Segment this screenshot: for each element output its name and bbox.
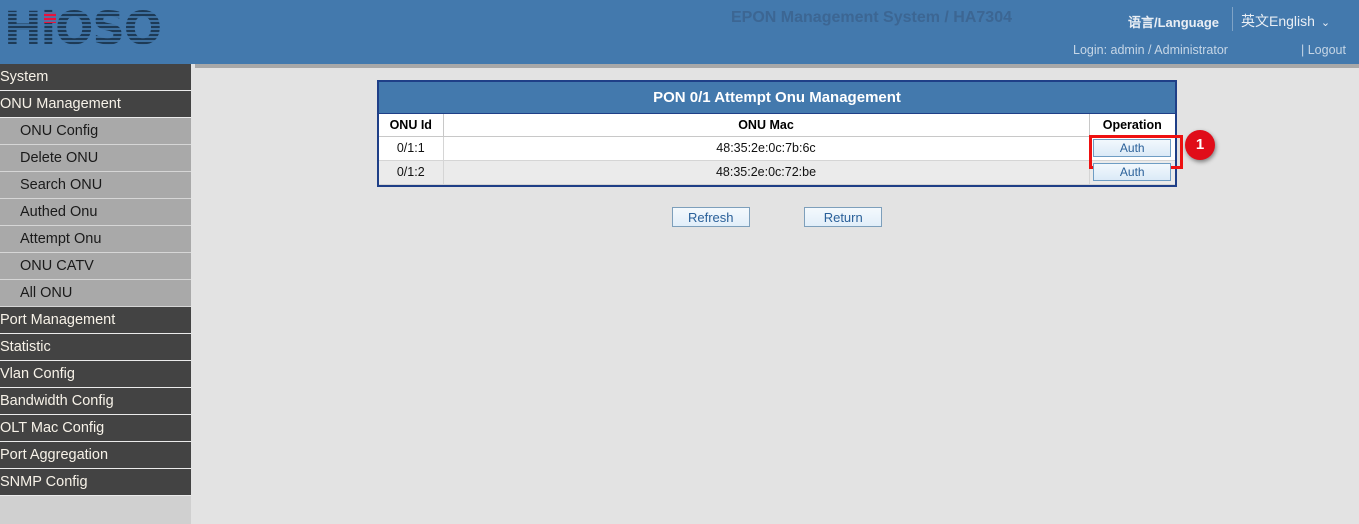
cell-onu-id: 0/1:1 [379,136,443,160]
auth-button[interactable]: Auth [1093,139,1171,157]
sidebar-item-port-management[interactable]: Port Management [0,307,191,334]
cell-operation: Auth [1089,136,1175,160]
sidebar-nav: SystemONU ManagementONU ConfigDelete ONU… [0,64,191,524]
page-title: EPON Management System / HA7304 [731,9,1012,27]
table-header-row: ONU Id ONU Mac Operation [379,114,1175,136]
sidebar-item-statistic[interactable]: Statistic [0,334,191,361]
hioso-logo: HiOSO [4,2,164,58]
action-button-bar: Refresh Return [377,207,1177,227]
sidebar-item-port-aggregation[interactable]: Port Aggregation [0,442,191,469]
login-info: Login: admin / Administrator [1073,43,1228,57]
language-selector-value: 英文English [1241,13,1315,29]
language-label: 语言/Language [1128,12,1219,31]
page-header: HiOSO EPON Management System / HA7304 语言… [0,0,1359,64]
attempt-onu-panel: PON 0/1 Attempt Onu Management ONU Id ON… [377,80,1177,187]
table-row: 0/1:248:35:2e:0c:72:beAuth [379,160,1175,184]
sidebar-item-system[interactable]: System [0,64,191,91]
sidebar-item-bandwidth-config[interactable]: Bandwidth Config [0,388,191,415]
table-body: 0/1:148:35:2e:0c:7b:6cAuth0/1:248:35:2e:… [379,136,1175,184]
sidebar-item-olt-mac-config[interactable]: OLT Mac Config [0,415,191,442]
content-top-divider [195,66,1359,68]
sidebar-item-snmp-config[interactable]: SNMP Config [0,469,191,496]
logout-link[interactable]: | Logout [1301,43,1346,57]
cell-onu-id: 0/1:2 [379,160,443,184]
logo-scanline-overlay [4,2,164,58]
sidebar-item-onu-config[interactable]: ONU Config [0,118,191,145]
attempt-onu-table: ONU Id ONU Mac Operation 0/1:148:35:2e:0… [379,114,1175,185]
auth-button[interactable]: Auth [1093,163,1171,181]
sidebar-item-onu-management[interactable]: ONU Management [0,91,191,118]
sidebar-item-attempt-onu[interactable]: Attempt Onu [0,226,191,253]
sidebar-item-delete-onu[interactable]: Delete ONU [0,145,191,172]
table-row: 0/1:148:35:2e:0c:7b:6cAuth [379,136,1175,160]
auth-button-wrapper: Auth [1093,163,1171,181]
language-selector[interactable]: 英文English ⌄ [1241,11,1330,31]
cell-onu-mac: 48:35:2e:0c:7b:6c [443,136,1089,160]
chevron-down-icon: ⌄ [1321,17,1330,29]
table-header: ONU Id ONU Mac Operation [379,114,1175,136]
column-header-operation: Operation [1089,114,1175,136]
sidebar-item-authed-onu[interactable]: Authed Onu [0,199,191,226]
panel-title: PON 0/1 Attempt Onu Management [379,82,1175,114]
auth-button-wrapper: Auth [1093,139,1171,157]
sidebar-item-search-onu[interactable]: Search ONU [0,172,191,199]
column-header-onu-id: ONU Id [379,114,443,136]
cell-operation: Auth [1089,160,1175,184]
refresh-button[interactable]: Refresh [672,207,750,227]
annotation-badge-1: 1 [1185,130,1215,160]
sidebar-item-onu-catv[interactable]: ONU CATV [0,253,191,280]
cell-onu-mac: 48:35:2e:0c:72:be [443,160,1089,184]
return-button[interactable]: Return [804,207,882,227]
column-header-onu-mac: ONU Mac [443,114,1089,136]
sidebar-item-vlan-config[interactable]: Vlan Config [0,361,191,388]
sidebar-item-all-onu[interactable]: All ONU [0,280,191,307]
language-divider [1232,7,1233,31]
